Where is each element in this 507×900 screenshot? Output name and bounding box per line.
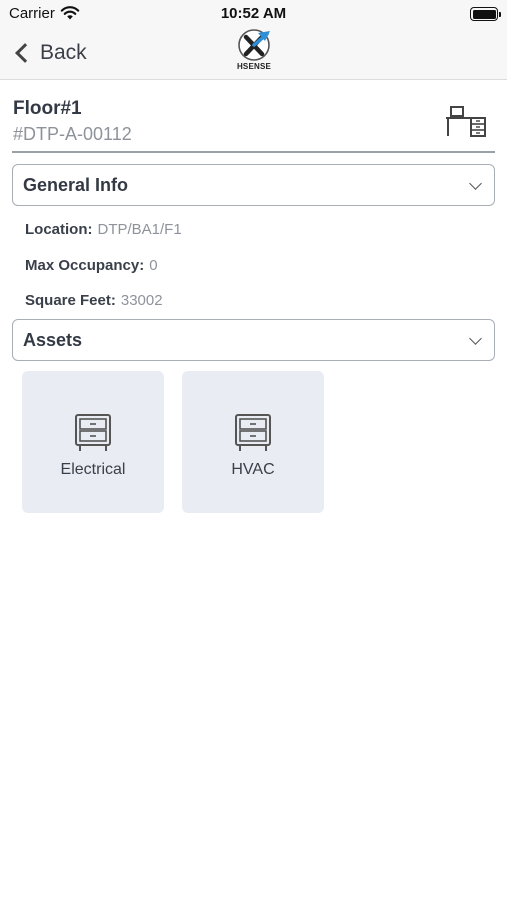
chevron-down-icon bbox=[469, 177, 482, 190]
logo-icon bbox=[238, 29, 270, 61]
battery-icon bbox=[470, 7, 501, 21]
asset-card-hvac[interactable]: HVAC bbox=[182, 371, 324, 513]
chevron-down-icon bbox=[469, 332, 482, 345]
app-logo: HSENSE bbox=[234, 28, 274, 74]
info-key: Square Feet: bbox=[25, 292, 116, 309]
asset-card-electrical[interactable]: Electrical bbox=[22, 371, 164, 513]
info-key: Max Occupancy: bbox=[25, 257, 145, 274]
section-label: Assets bbox=[23, 329, 83, 350]
info-key: Location: bbox=[25, 221, 93, 238]
asset-card-label: Electrical bbox=[60, 461, 126, 478]
asset-id: #DTP-A-00112 bbox=[13, 124, 132, 144]
max-occupancy-row: Max Occupancy: 0 bbox=[25, 257, 158, 274]
navigation-bar: Back HSENSE bbox=[0, 28, 507, 80]
general-info-header[interactable]: General Info bbox=[12, 164, 495, 206]
asset-card-label: HVAC bbox=[231, 461, 275, 478]
info-value: 33002 bbox=[120, 292, 163, 309]
chevron-left-icon bbox=[15, 43, 35, 63]
square-feet-row: Square Feet: 33002 bbox=[25, 292, 163, 309]
desk-icon[interactable] bbox=[445, 105, 487, 142]
page-title: Floor#1 bbox=[13, 98, 82, 119]
status-bar: Carrier 10:52 AM bbox=[0, 0, 507, 28]
title-divider bbox=[12, 151, 495, 153]
back-label: Back bbox=[40, 41, 87, 64]
cabinet-icon bbox=[234, 413, 272, 458]
section-label: General Info bbox=[23, 174, 129, 195]
cabinet-icon bbox=[74, 413, 112, 458]
logo-text: HSENSE bbox=[236, 62, 272, 71]
info-value: 0 bbox=[149, 257, 158, 274]
info-value: DTP/BA1/F1 bbox=[97, 221, 182, 238]
assets-header[interactable]: Assets bbox=[12, 319, 495, 361]
clock: 10:52 AM bbox=[220, 5, 287, 22]
location-row: Location: DTP/BA1/F1 bbox=[25, 221, 182, 238]
back-button[interactable]: Back bbox=[12, 36, 87, 70]
